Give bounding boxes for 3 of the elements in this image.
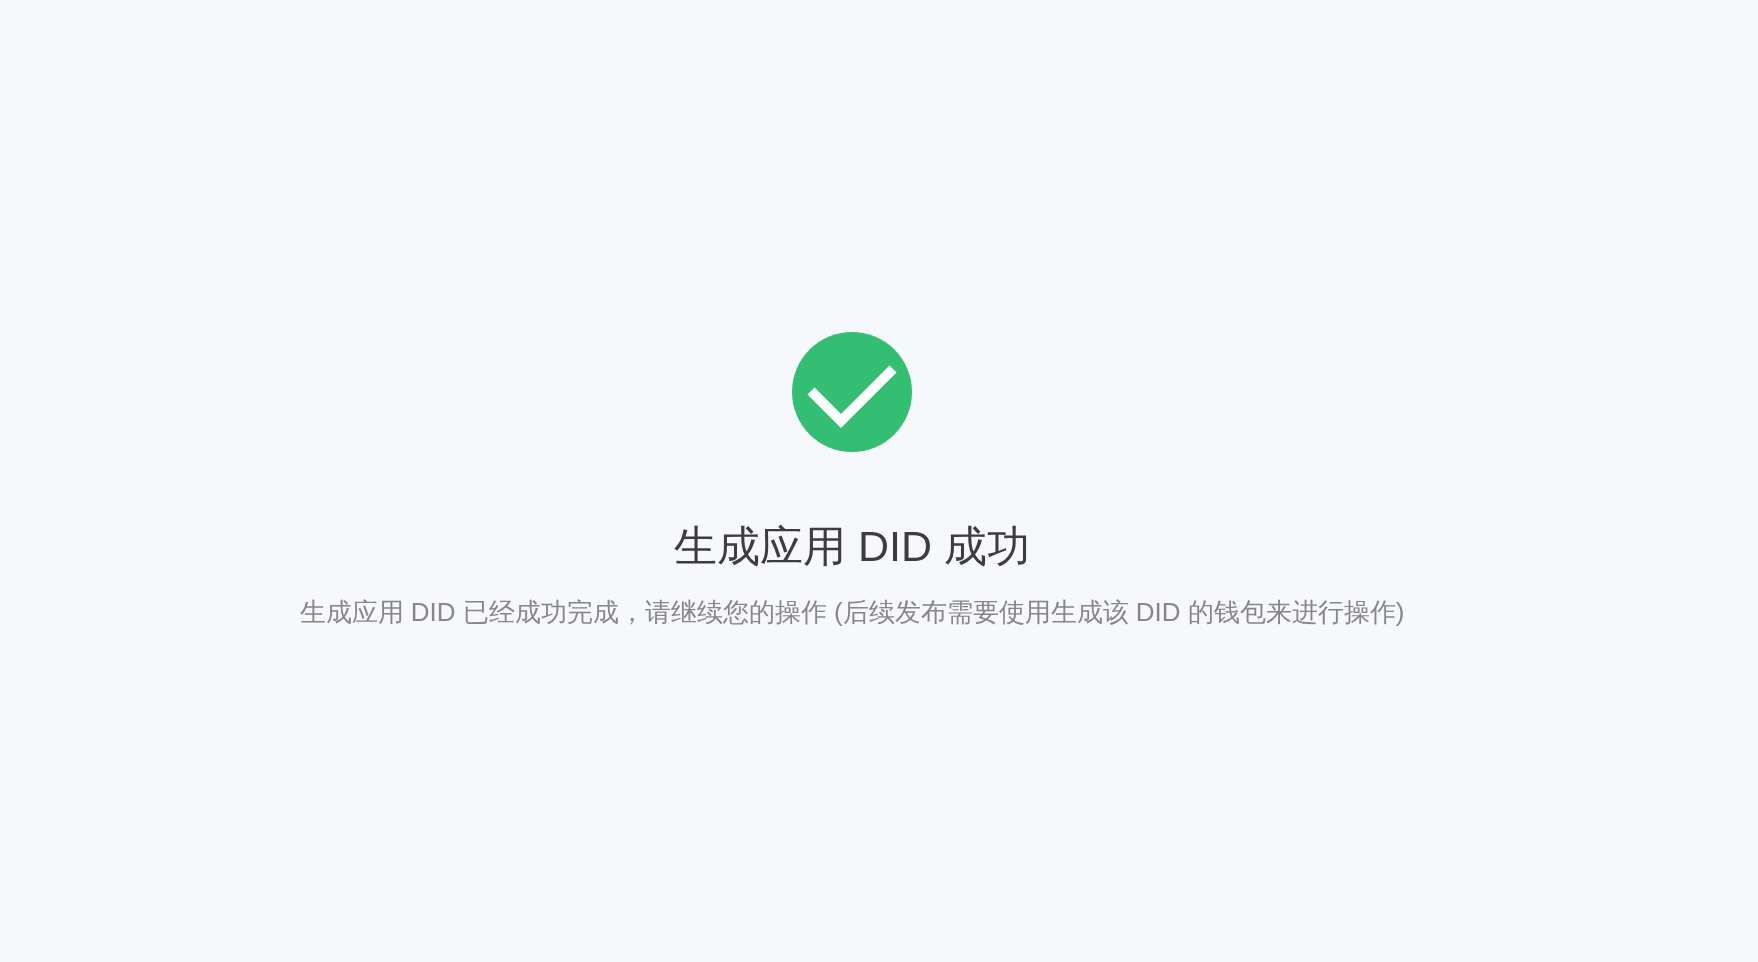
success-check-icon bbox=[792, 332, 912, 452]
result-description: 生成应用 DID 已经成功完成，请继续您的操作 (后续发布需要使用生成该 DID 的钱包来进行操作) bbox=[299, 596, 1405, 628]
result-title: 生成应用 DID 成功 bbox=[674, 522, 1030, 570]
